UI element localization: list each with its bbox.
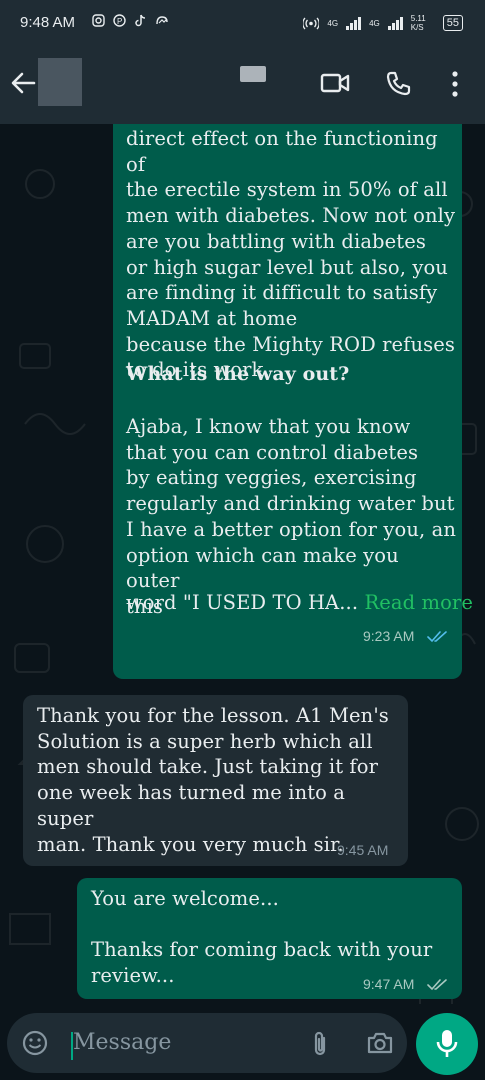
message-incoming-1[interactable]: Thank you for the lesson. A1 Men's Solut… (23, 695, 408, 866)
status-right: 4G 4G 5.11 K/S 55 (303, 14, 463, 32)
message-text-2: Ajaba, I know that you know that you can… (126, 415, 456, 618)
message-text: direct effect on the functioning of the … (126, 127, 456, 382)
status-bar: 9:48 AM P 4G 4G 5.11 K/S 55 (0, 0, 485, 48)
more-options-icon[interactable] (450, 70, 460, 98)
network-1: 4G (327, 19, 338, 28)
mic-button[interactable] (416, 1013, 478, 1075)
chat-area[interactable]: direct effect on the functioning of the … (0, 124, 485, 1004)
pinterest-icon: P (113, 14, 126, 27)
chat-header (0, 48, 485, 124)
message-time: 9:47 AM (363, 976, 415, 992)
attach-icon[interactable] (310, 1030, 330, 1058)
network-2: 4G (369, 19, 380, 28)
message-time: 9:45 AM (337, 842, 389, 858)
message-input[interactable]: Message (73, 1030, 171, 1055)
signal-icon-2 (387, 16, 403, 30)
notification-icons: P (92, 14, 169, 27)
hotspot-icon (303, 17, 320, 29)
message-outgoing-2[interactable]: You are welcome... Thanks for coming bac… (77, 878, 462, 999)
delivered-receipt-icon (427, 979, 447, 991)
messenger-icon (156, 16, 168, 25)
voice-call-icon[interactable] (386, 70, 412, 96)
mic-icon (436, 1030, 458, 1057)
network-type-2: 4G (369, 18, 380, 28)
signal-icon (346, 16, 362, 30)
message-last-line: word "I USED TO HA... Read more (126, 590, 473, 616)
video-call-icon[interactable] (320, 70, 350, 96)
emoji-icon[interactable] (22, 1030, 48, 1056)
message-time: 9:23 AM (363, 628, 415, 644)
instagram-icon (92, 14, 105, 27)
back-arrow-icon[interactable] (10, 70, 36, 96)
message-field[interactable]: Message (7, 1013, 407, 1073)
contact-name[interactable] (240, 66, 266, 82)
read-receipt-icon (427, 631, 447, 643)
svg-text:P: P (117, 17, 122, 26)
truncated-line: word "I USED TO HA... (126, 591, 359, 614)
message-outgoing-1[interactable]: direct effect on the functioning of the … (113, 124, 473, 679)
composer: Message (0, 1004, 485, 1080)
tiktok-icon (135, 14, 146, 27)
avatar[interactable] (38, 58, 82, 106)
battery-icon: 55 (442, 15, 463, 31)
message-text: You are welcome... Thanks for coming bac… (91, 887, 433, 988)
status-time: 9:48 AM (20, 14, 76, 31)
speed: 5.11 K/S (410, 14, 426, 32)
camera-icon[interactable] (366, 1031, 394, 1055)
read-more-link[interactable]: Read more (364, 591, 473, 614)
message-heading: What is the way out? (126, 363, 350, 385)
network-type-1: 4G (327, 18, 339, 28)
message-text: Thank you for the lesson. A1 Men's Solut… (37, 704, 389, 856)
